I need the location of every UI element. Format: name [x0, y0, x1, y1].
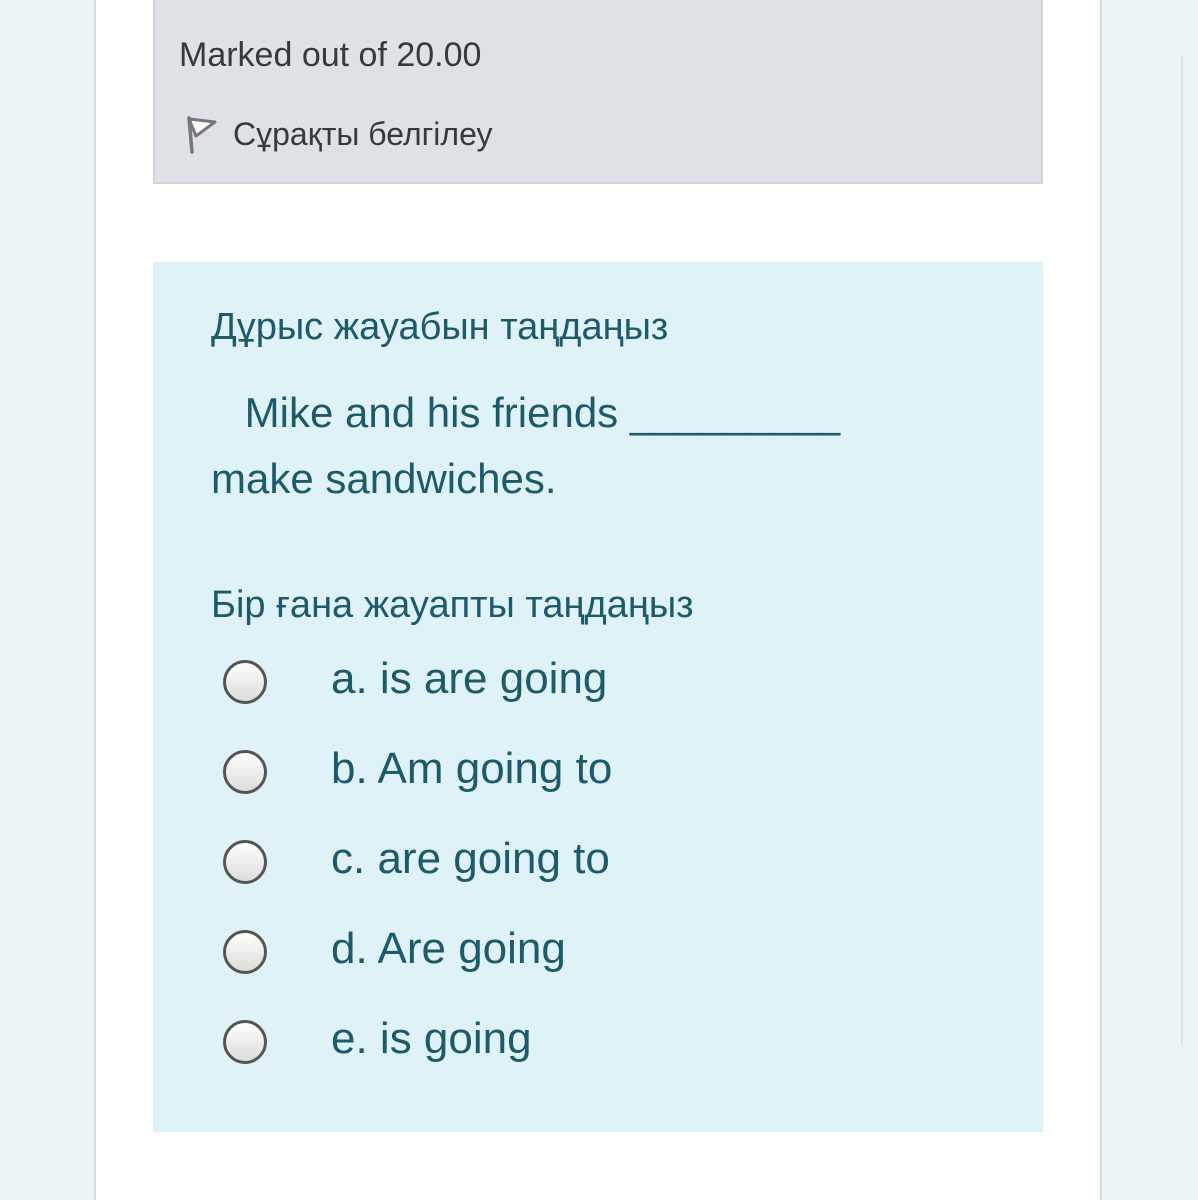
radio-button[interactable] [223, 1020, 267, 1064]
scrollbar-track[interactable] [1181, 55, 1183, 1045]
answer-prompt: Бір ғана жауапты таңдаңыз [211, 584, 694, 626]
flag-icon [183, 114, 219, 154]
answer-option-c[interactable]: c. are going to [223, 822, 1003, 912]
answer-label[interactable]: e. is going [331, 1014, 532, 1064]
radio-button[interactable] [223, 840, 267, 884]
radio-button[interactable] [223, 750, 267, 794]
answer-option-d[interactable]: d. Are going [223, 912, 1003, 1002]
answer-option-b[interactable]: b. Am going to [223, 732, 1003, 822]
answer-label[interactable]: c. are going to [331, 834, 610, 884]
question-text: Mike and his friends _________ make sand… [211, 380, 971, 512]
radio-button[interactable] [223, 930, 267, 974]
answer-label[interactable]: a. is are going [331, 654, 607, 704]
answer-option-a[interactable]: a. is are going [223, 642, 1003, 732]
marked-out-of-text: Marked out of 20.00 [179, 36, 482, 74]
answer-label[interactable]: d. Are going [331, 924, 566, 974]
answer-label[interactable]: b. Am going to [331, 744, 612, 794]
radio-button[interactable] [223, 660, 267, 704]
question-text-line-2: make sandwiches. [211, 455, 557, 502]
flag-question-label: Сұрақты белгілеу [233, 115, 493, 152]
answer-list: a. is are going b. Am going to c. are go… [223, 642, 1003, 1092]
question-info-panel: Marked out of 20.00 Сұрақты белгілеу [153, 0, 1043, 184]
flag-question-link[interactable]: Сұрақты белгілеу [183, 112, 493, 156]
answer-option-e[interactable]: e. is going [223, 1002, 1003, 1092]
question-instruction: Дұрыс жауабын таңдаңыз [211, 306, 669, 348]
question-content: Дұрыс жауабын таңдаңыз Mike and his frie… [153, 262, 1043, 1132]
question-text-line-1: Mike and his friends _________ [233, 389, 841, 436]
